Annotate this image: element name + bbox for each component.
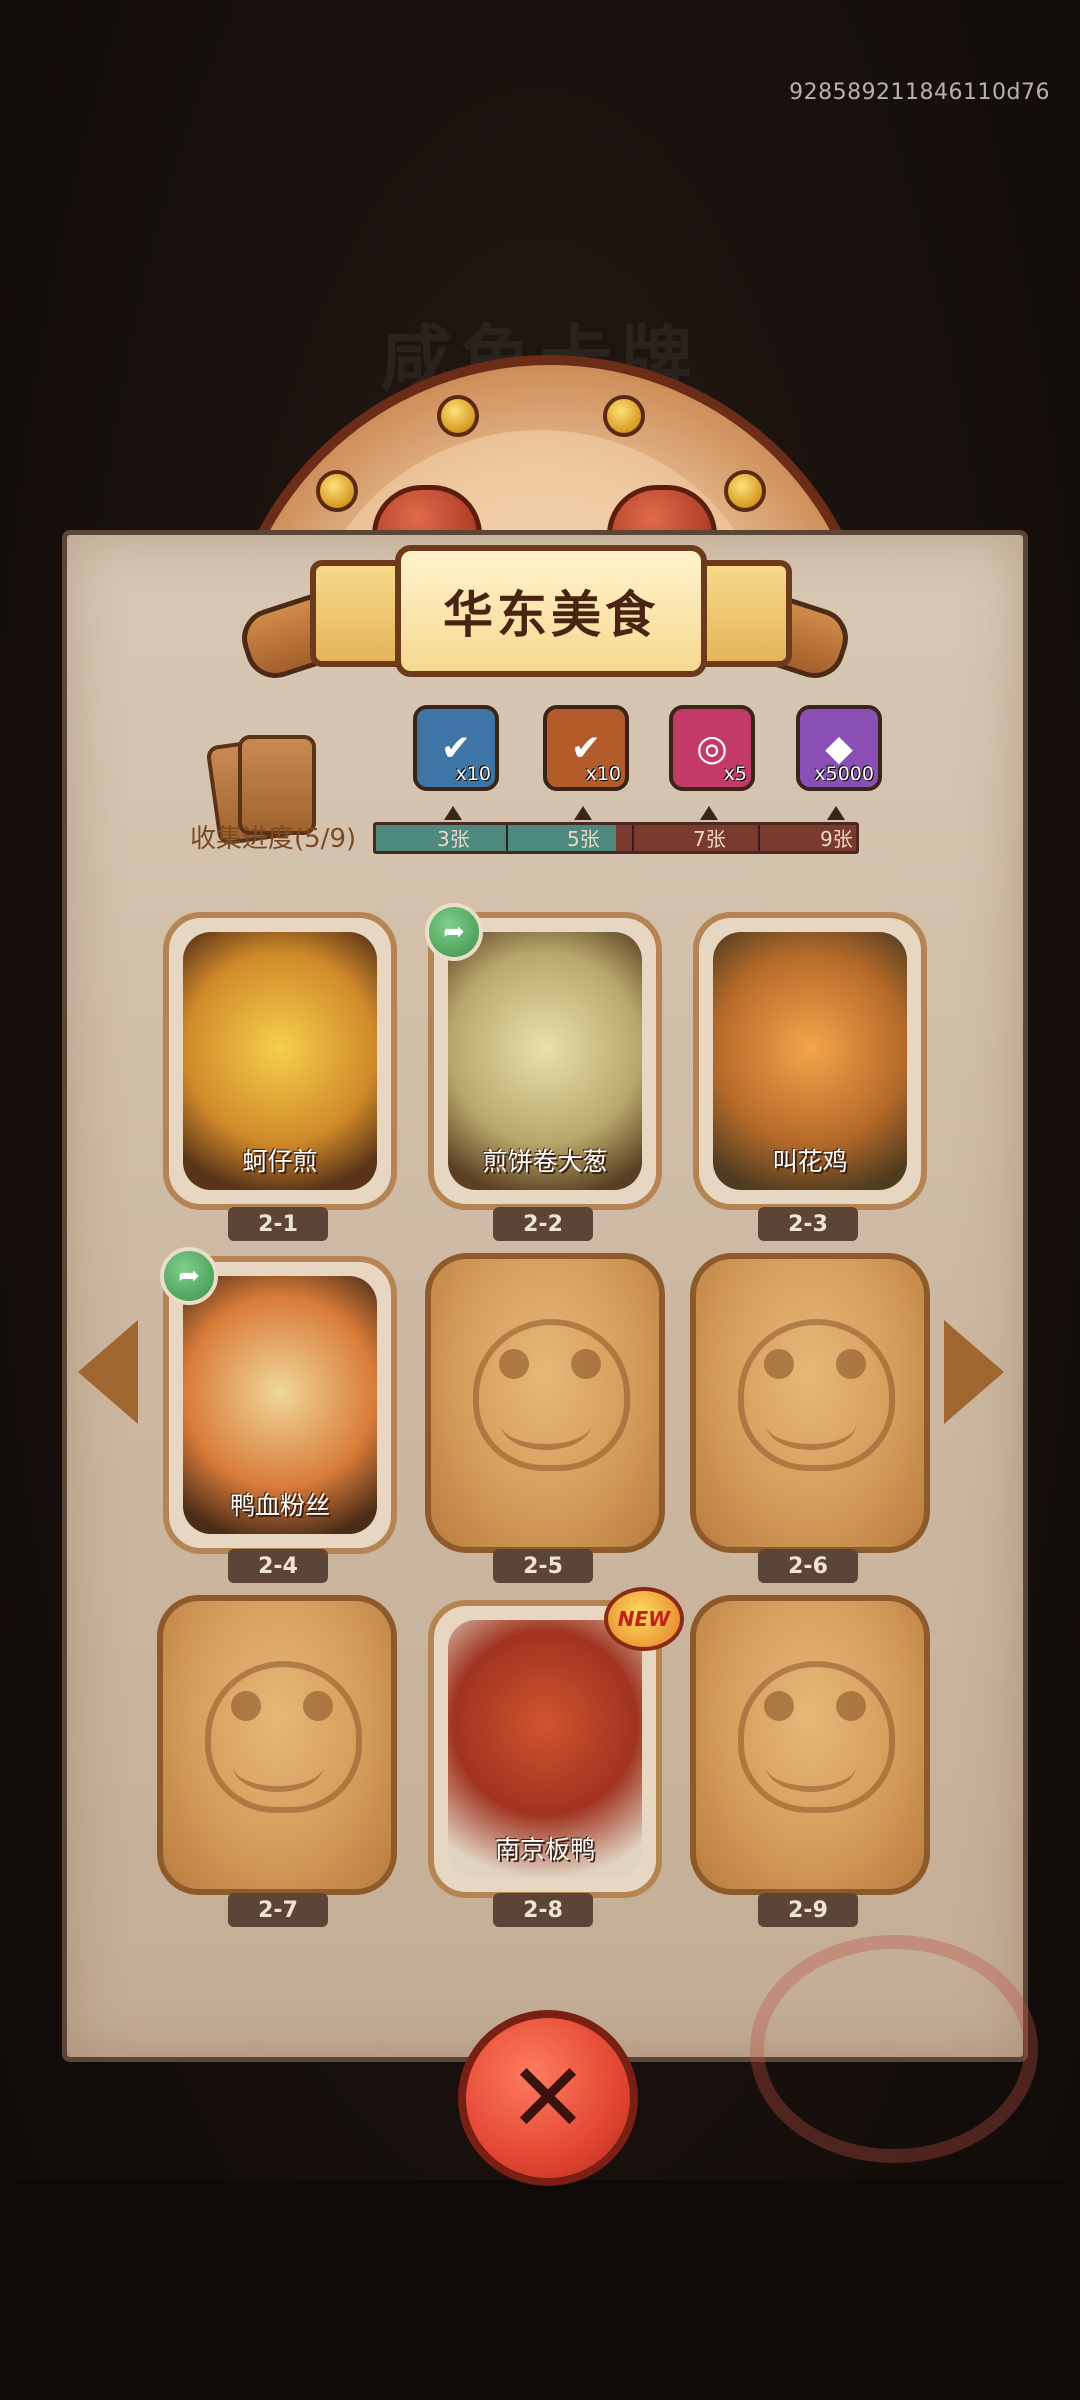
milestone-label: 7张 (693, 827, 726, 851)
collection-progress-label: 收集进度(5/9) (190, 824, 357, 854)
card-number: 2-5 (493, 1549, 593, 1583)
share-icon[interactable]: ➦ (160, 1247, 218, 1305)
card-number: 2-3 (758, 1207, 858, 1241)
prev-page-arrow-icon[interactable] (78, 1320, 138, 1424)
card-number: 2-8 (493, 1893, 593, 1927)
reward-amount: x5 (723, 763, 747, 785)
food-name: 蚵仔煎 (242, 1147, 318, 1176)
reward-amount: x10 (585, 763, 621, 785)
food-name: 叫花鸡 (772, 1147, 848, 1176)
locked-card-2-7[interactable] (157, 1595, 397, 1895)
reward-amount: x10 (455, 763, 491, 785)
bottom-dim-area (0, 2180, 1080, 2400)
reward-treasure-chest[interactable]: ✔ x10 (413, 705, 499, 791)
milestone-marker (700, 806, 718, 820)
food-name: 鸭血粉丝 (229, 1491, 330, 1520)
milestone-marker (574, 806, 592, 820)
card-number: 2-7 (228, 1893, 328, 1927)
new-badge: NEW (604, 1587, 684, 1651)
dome-stud (316, 470, 358, 512)
share-icon[interactable]: ➦ (425, 903, 483, 961)
reward-crystal[interactable]: ◆ x5000 (796, 705, 882, 791)
user-id-label: 928589211846110d76 (789, 80, 1050, 105)
locked-card-2-9[interactable] (690, 1595, 930, 1895)
close-button[interactable]: ✕ (458, 2010, 638, 2186)
reward-orb[interactable]: ◎ x5 (669, 705, 755, 791)
dome-stud (437, 395, 479, 437)
milestone-marker (444, 806, 462, 820)
region-title: 华东美食 (443, 586, 659, 644)
milestone-label: 9张 (820, 827, 853, 851)
milestone-label: 5张 (567, 827, 600, 851)
milestone-label: 3张 (437, 827, 470, 851)
next-page-arrow-icon[interactable] (944, 1320, 1004, 1424)
locked-card-2-6[interactable] (690, 1253, 930, 1553)
reward-key[interactable]: ✔ x10 (543, 705, 629, 791)
food-name: 南京板鸭 (494, 1835, 595, 1864)
milestone-marker (827, 806, 845, 820)
region-title-banner: 华东美食 (395, 545, 707, 677)
card-number: 2-2 (493, 1207, 593, 1241)
food-card-2-1[interactable]: 蚵仔煎 (163, 912, 397, 1210)
card-number: 2-4 (228, 1549, 328, 1583)
close-icon: ✕ (507, 2042, 589, 2154)
reward-amount: x5000 (814, 763, 874, 785)
food-name: 煎饼卷大葱 (482, 1147, 608, 1176)
stamp-seal (750, 1935, 1038, 2163)
dome-stud (724, 470, 766, 512)
card-number: 2-6 (758, 1549, 858, 1583)
locked-card-2-5[interactable] (425, 1253, 665, 1553)
card-number: 2-9 (758, 1893, 858, 1927)
food-card-2-3[interactable]: 叫花鸡 (693, 912, 927, 1210)
dome-stud (603, 395, 645, 437)
card-number: 2-1 (228, 1207, 328, 1241)
